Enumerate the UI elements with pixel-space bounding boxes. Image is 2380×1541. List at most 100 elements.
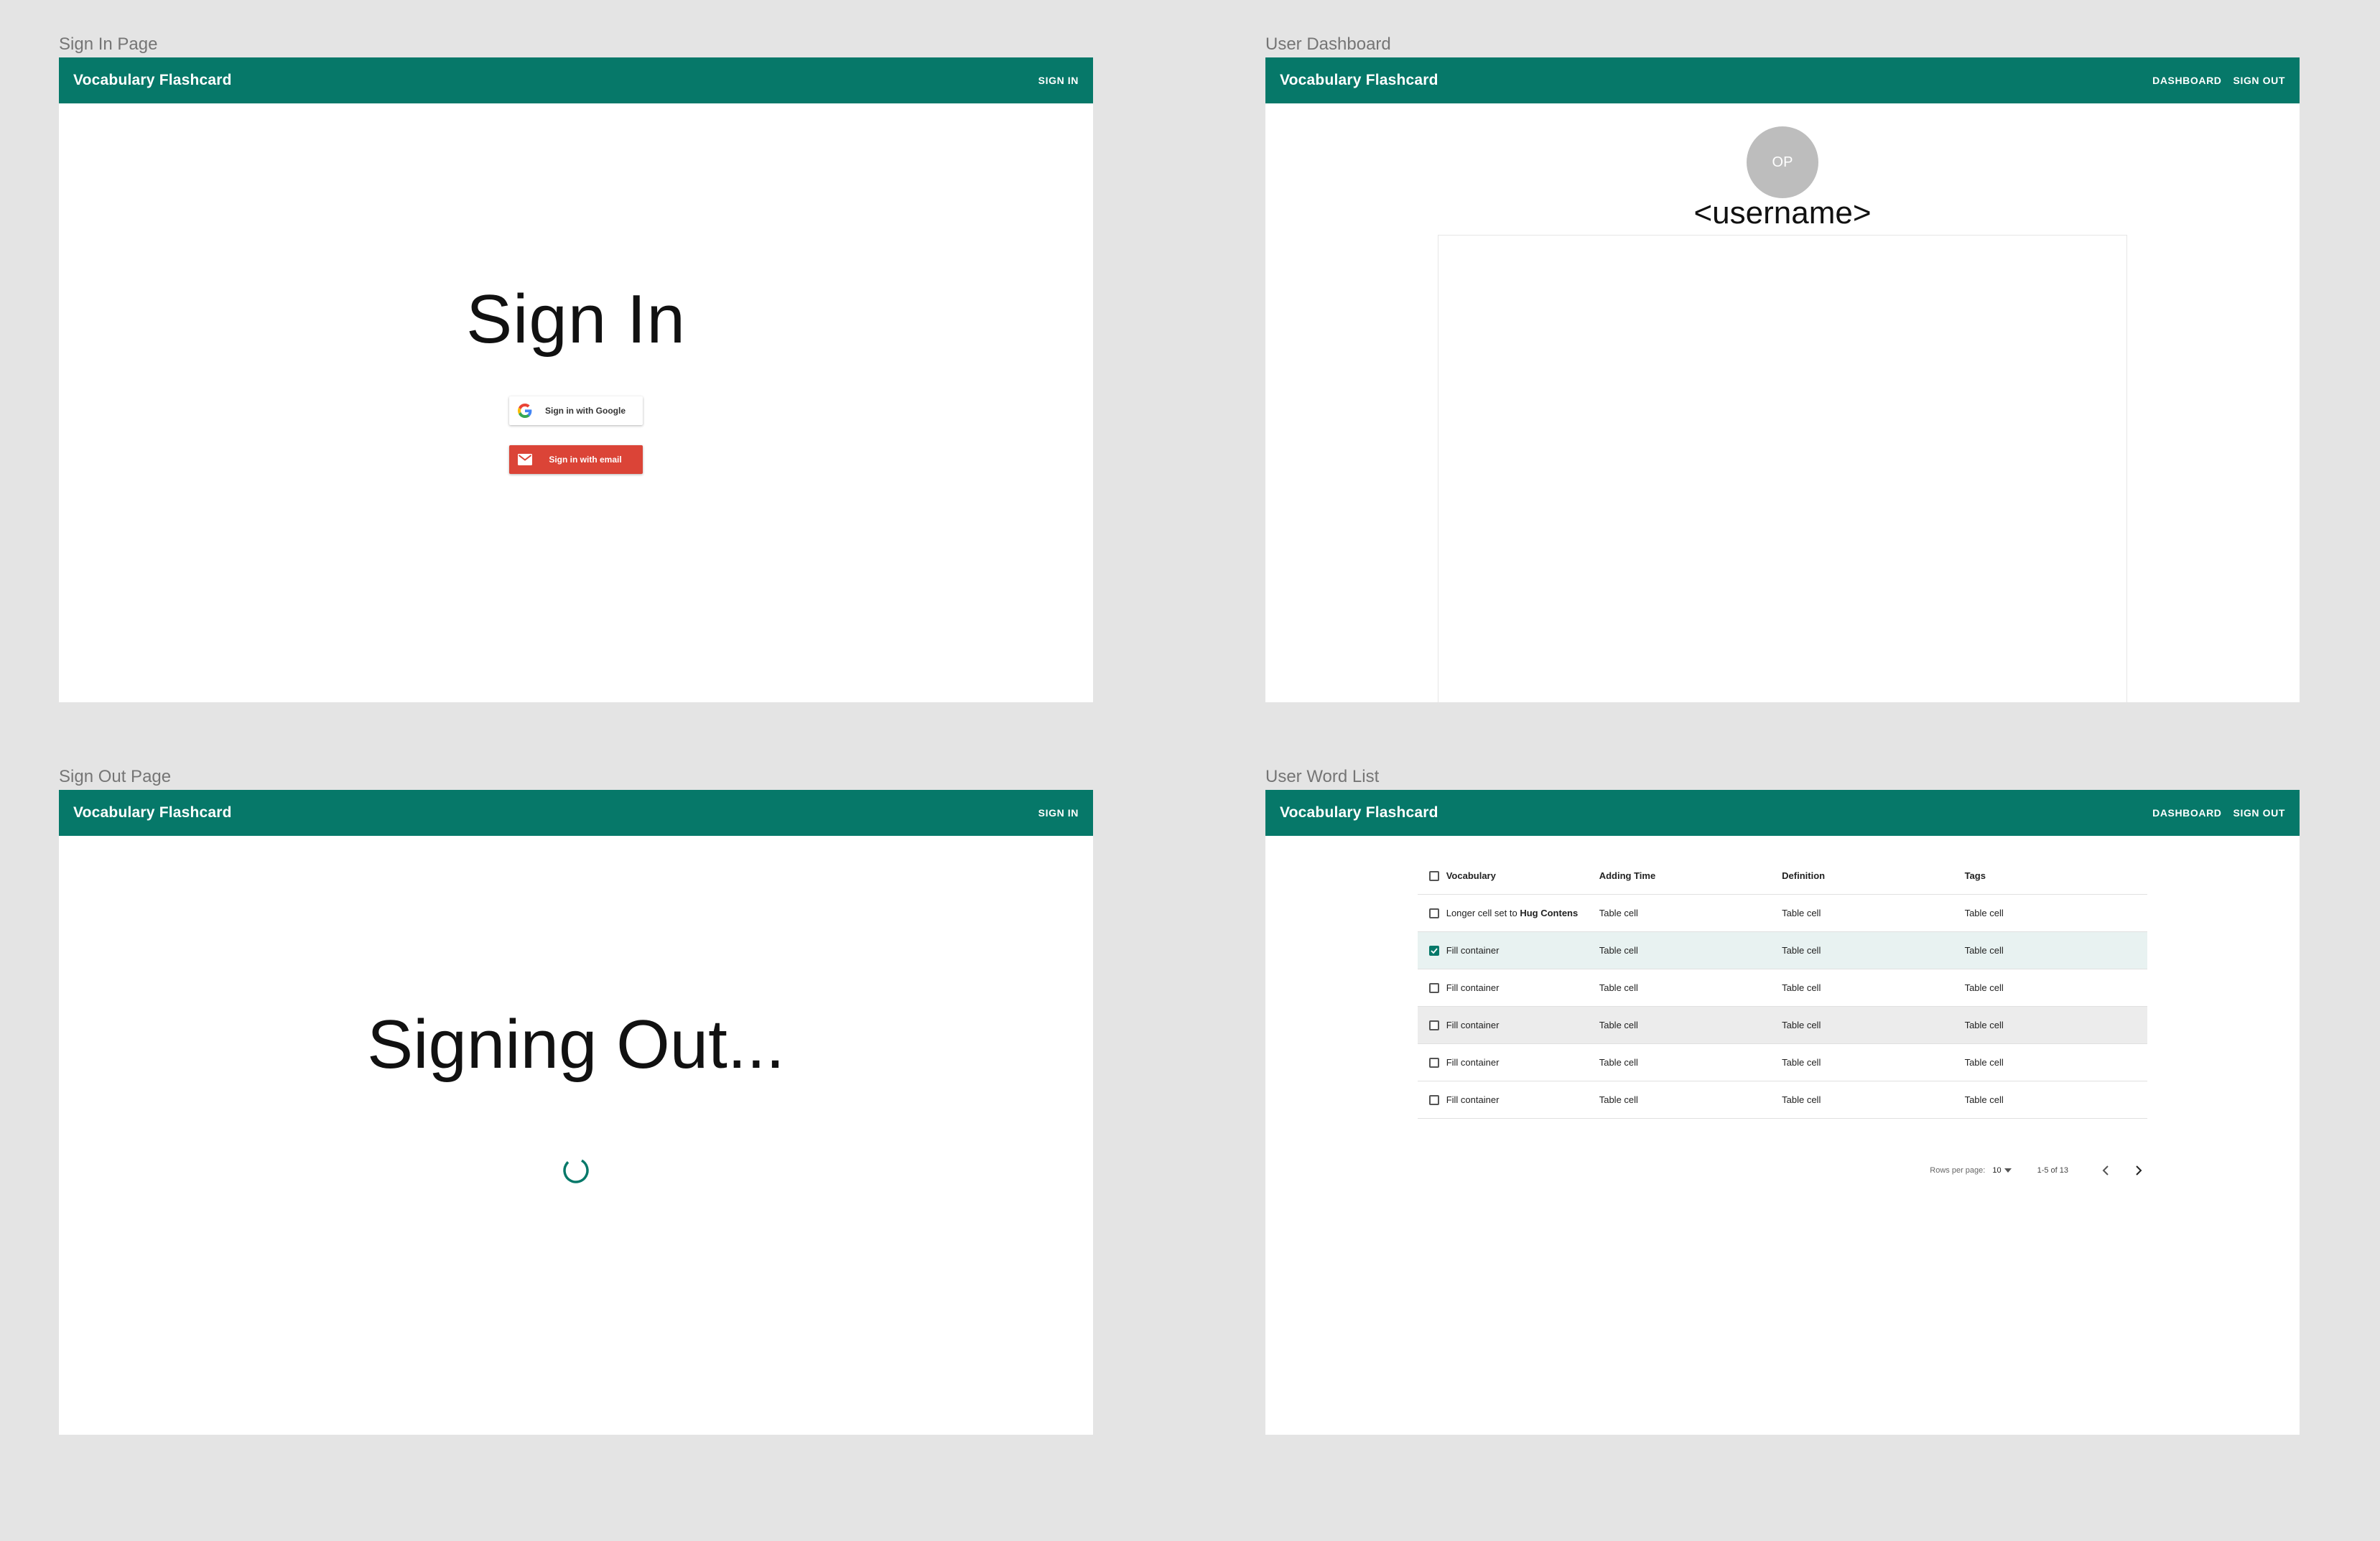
checkbox-icon [1429,1020,1439,1030]
sign-in-email-button[interactable]: Sign in with email [509,445,643,474]
app-nav: DASHBOARD SIGN OUT [2152,75,2285,86]
table-body: Longer cell set to Hug Contens Table cell… [1418,895,2147,1119]
cell-definition: Table cell [1782,1057,1821,1068]
avatar[interactable]: OP [1747,126,1818,198]
cell-vocabulary: Fill container [1446,945,1599,956]
vocabulary-text: Fill container [1446,1020,1500,1030]
cell-definition: Table cell [1782,1020,1821,1030]
chevron-right-icon[interactable] [2130,1165,2147,1175]
checkbox-icon [1429,870,1439,881]
app-bar: Vocabulary Flashcard DASHBOARD SIGN OUT [1265,790,2300,836]
signout-page: Vocabulary Flashcard SIGN IN Signing Out… [59,790,1093,1435]
frame-label-dashboard: User Dashboard [1265,34,1391,54]
checkbox-icon [1429,908,1439,918]
table-row[interactable]: Fill container Table cell Table cell Table … [1418,969,2147,1007]
app-bar: Vocabulary Flashcard SIGN IN [59,57,1093,103]
table-row[interactable]: Longer cell set to Hug Contens Table cell… [1418,895,2147,932]
row-checkbox[interactable] [1429,982,1444,993]
column-header-definition[interactable]: Definition [1782,870,1964,881]
nav-sign-out[interactable]: SIGN OUT [2233,807,2285,819]
cell-tags: Table cell [1964,1057,2004,1068]
column-header-vocabulary[interactable]: Vocabulary [1446,870,1599,881]
cell-vocabulary: Fill container [1446,1020,1599,1030]
cell-vocabulary: Fill container [1446,1094,1599,1105]
app-bar: Vocabulary Flashcard DASHBOARD SIGN OUT [1265,57,2300,103]
vocabulary-text: Longer cell set to [1446,908,1520,918]
cell-adding-time: Table cell [1599,908,1638,918]
spinner-icon [562,1156,590,1185]
rows-per-page-label: Rows per page: [1930,1166,1986,1175]
cell-adding-time: Table cell [1599,1020,1638,1030]
app-nav: DASHBOARD SIGN OUT [2152,807,2285,819]
table-row[interactable]: Fill container Table cell Table cell Table … [1418,1044,2147,1081]
frame-label-wordlist: User Word List [1265,767,1380,786]
email-button-label: Sign in with email [549,455,622,465]
app-nav: SIGN IN [1038,807,1079,819]
table-row[interactable]: Fill container Table cell Table cell Table … [1418,1007,2147,1044]
cell-tags: Table cell [1964,908,2004,918]
row-checkbox[interactable] [1429,945,1444,956]
rows-per-page-value: 10 [1992,1166,2002,1175]
rows-per-page-select[interactable]: 10 [1992,1166,2012,1175]
cell-definition: Table cell [1782,945,1821,956]
column-header-tags[interactable]: Tags [1965,870,2147,881]
select-all-checkbox[interactable] [1429,870,1444,881]
vocabulary-text: Fill container [1446,1094,1500,1105]
nav-dashboard[interactable]: DASHBOARD [2152,807,2221,819]
cell-vocabulary: Fill container [1446,1057,1599,1068]
app-title[interactable]: Vocabulary Flashcard [1280,72,2152,89]
page-title: Sign In [466,281,686,358]
frame-label-signin: Sign In Page [59,34,158,54]
row-checkbox[interactable] [1429,1020,1444,1030]
cell-definition: Table cell [1782,982,1821,993]
pagination-range: 1-5 of 13 [2037,1166,2068,1175]
row-checkbox[interactable] [1429,1094,1444,1105]
google-logo-icon [518,404,532,418]
checkbox-icon [1429,1057,1439,1068]
nav-sign-in[interactable]: SIGN IN [1038,807,1079,819]
vocabulary-text: Fill container [1446,1057,1500,1068]
column-header-adding-time[interactable]: Adding Time [1599,870,1782,881]
vocabulary-text: Fill container [1446,982,1500,993]
cell-tags: Table cell [1964,1020,2004,1030]
app-title[interactable]: Vocabulary Flashcard [73,72,1038,89]
cell-tags: Table cell [1964,1094,2004,1105]
mail-icon [518,454,532,465]
row-checkbox[interactable] [1429,1057,1444,1068]
checkbox-icon [1429,982,1439,993]
app-title[interactable]: Vocabulary Flashcard [1280,804,2152,821]
nav-sign-in[interactable]: SIGN IN [1038,75,1079,86]
cell-definition: Table cell [1782,1094,1821,1105]
cell-vocabulary: Fill container [1446,982,1599,993]
dashboard-page: Vocabulary Flashcard DASHBOARD SIGN OUT … [1265,57,2300,702]
nav-dashboard[interactable]: DASHBOARD [2152,75,2221,86]
chevron-left-icon[interactable] [2097,1165,2114,1175]
google-button-label: Sign in with Google [545,406,626,416]
app-nav: SIGN IN [1038,75,1079,86]
app-title[interactable]: Vocabulary Flashcard [73,804,1038,821]
word-table: Vocabulary Adding Time Definition Tags L… [1418,857,2147,1119]
cell-adding-time: Table cell [1599,1094,1638,1105]
nav-sign-out[interactable]: SIGN OUT [2233,75,2285,86]
wordlist-page: Vocabulary Flashcard DASHBOARD SIGN OUT … [1265,790,2300,1435]
cell-definition: Table cell [1782,908,1821,918]
table-row[interactable]: Fill container Table cell Table cell Table … [1418,932,2147,969]
row-checkbox[interactable] [1429,908,1444,918]
vocabulary-text: Fill container [1446,945,1500,956]
sign-in-google-button[interactable]: Sign in with Google [509,396,643,425]
checkbox-icon [1429,1094,1439,1105]
signin-page: Vocabulary Flashcard SIGN IN Sign In Sig… [59,57,1093,702]
vocabulary-bold-text: Hug Contens [1520,908,1579,918]
page-title: Signing Out... [367,1006,785,1083]
username: <username> [1693,195,1872,231]
dashboard-card [1438,235,2127,702]
cell-vocabulary: Longer cell set to Hug Contens [1446,908,1599,918]
cell-tags: Table cell [1964,945,2004,956]
dropdown-arrow-icon [2004,1168,2012,1173]
cell-tags: Table cell [1964,982,2004,993]
app-bar: Vocabulary Flashcard SIGN IN [59,790,1093,836]
table-row[interactable]: Fill container Table cell Table cell Table … [1418,1081,2147,1119]
frame-label-signout: Sign Out Page [59,767,172,786]
cell-adding-time: Table cell [1599,982,1638,993]
table-header-row: Vocabulary Adding Time Definition Tags [1418,857,2147,895]
